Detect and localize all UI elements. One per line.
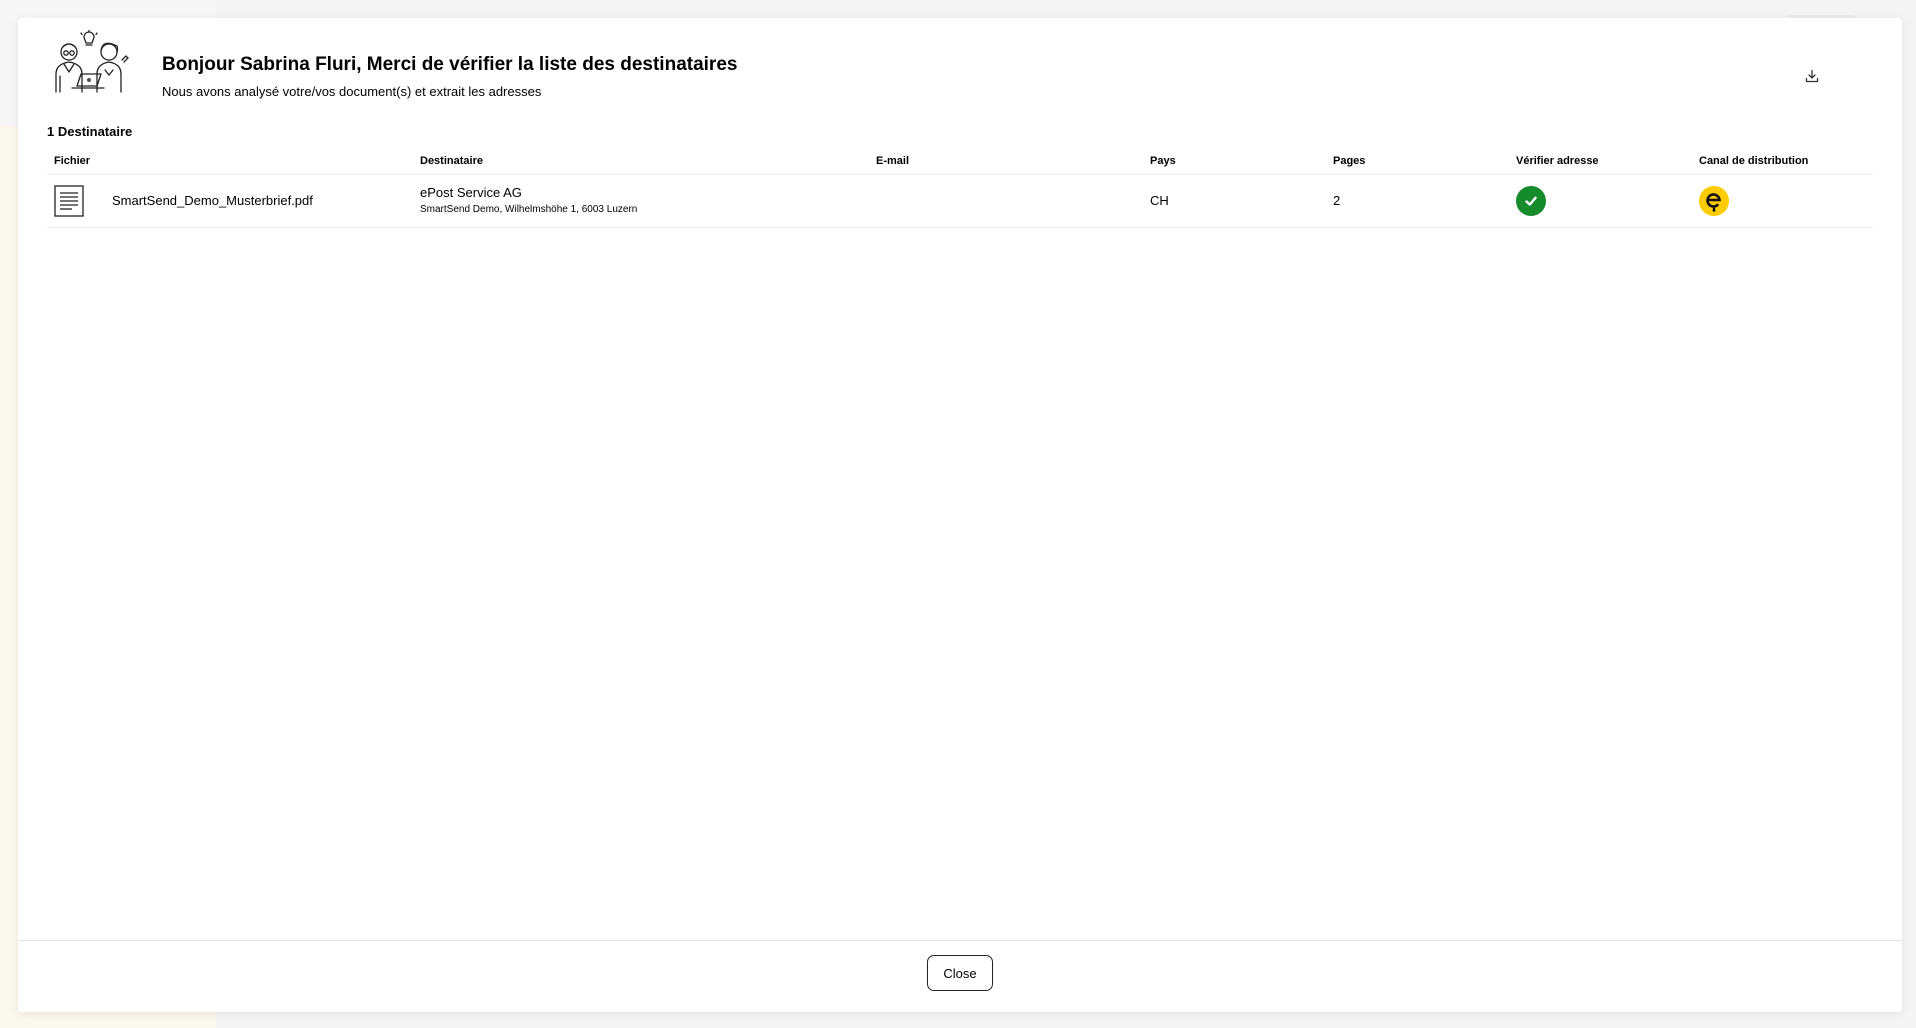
file-name[interactable]: SmartSend_Demo_Musterbrief.pdf	[112, 193, 313, 208]
file-cell: SmartSend_Demo_Musterbrief.pdf	[47, 174, 413, 228]
table-header-row: Fichier Destinataire E-mail Pays Pages V…	[47, 148, 1873, 175]
close-button[interactable]: Close	[927, 955, 993, 991]
recipient-count: 1 Destinataire	[47, 124, 133, 139]
column-header-file: Fichier	[47, 148, 413, 175]
verify-address-cell	[1509, 174, 1692, 228]
column-header-verify-address: Vérifier adresse	[1509, 148, 1692, 175]
document-icon	[54, 184, 84, 217]
column-header-recipient: Destinataire	[413, 148, 869, 175]
table-row[interactable]: SmartSend_Demo_Musterbrief.pdf ePost Ser…	[47, 174, 1873, 228]
download-icon	[1805, 69, 1819, 83]
dialog-title: Bonjour Sabrina Fluri, Merci de vérifier…	[162, 54, 738, 75]
recipient-name: ePost Service AG	[420, 185, 522, 200]
country-cell: CH	[1143, 174, 1326, 228]
download-button[interactable]	[1802, 66, 1822, 86]
column-header-distribution-channel: Canal de distribution	[1692, 148, 1873, 175]
column-header-email: E-mail	[869, 148, 1143, 175]
recipient-review-dialog: Bonjour Sabrina Fluri, Merci de vérifier…	[18, 18, 1902, 1012]
check-circle-icon[interactable]	[1516, 185, 1546, 216]
dialog-header: Bonjour Sabrina Fluri, Merci de vérifier…	[52, 30, 1852, 120]
recipient-address: SmartSend Demo, Wilhelmshöhe 1, 6003 Luz…	[420, 204, 638, 215]
people-with-laptop-illustration	[55, 30, 129, 93]
dialog-subtitle: Nous avons analysé votre/vos document(s)…	[162, 84, 542, 99]
distribution-channel-cell	[1692, 174, 1873, 228]
recipient-cell: ePost Service AG SmartSend Demo, Wilhelm…	[413, 174, 869, 228]
epost-icon[interactable]	[1699, 185, 1729, 216]
dialog-footer: Close	[18, 940, 1902, 1012]
column-header-country: Pays	[1143, 148, 1326, 175]
email-cell	[869, 174, 1143, 228]
column-header-pages: Pages	[1326, 148, 1509, 175]
pages-cell: 2	[1326, 174, 1509, 228]
recipients-table: Fichier Destinataire E-mail Pays Pages V…	[47, 148, 1873, 228]
